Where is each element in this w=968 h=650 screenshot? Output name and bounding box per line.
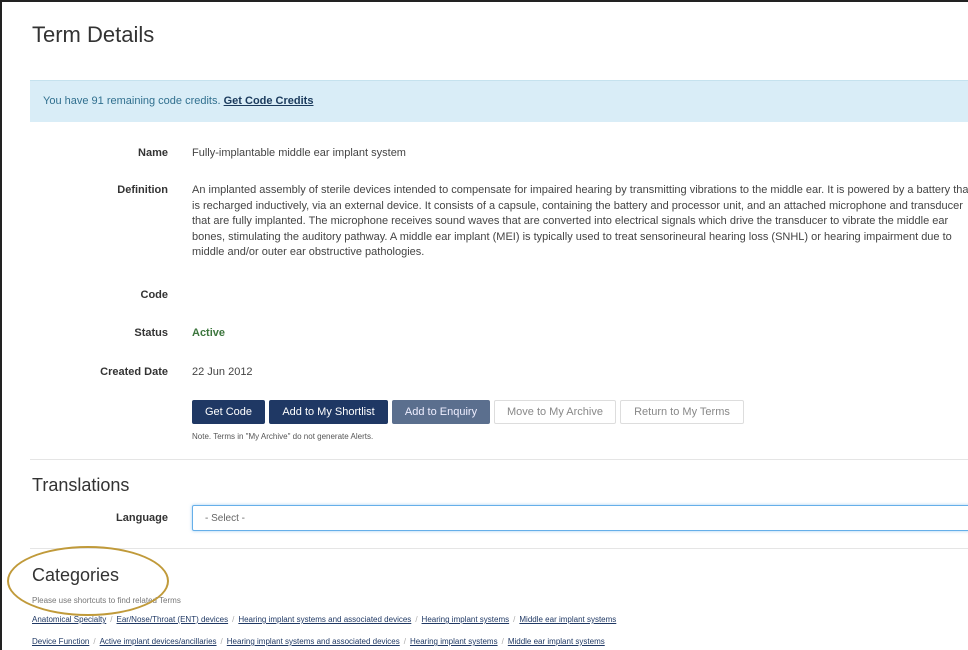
get-code-button[interactable]: Get Code: [192, 400, 265, 424]
language-select[interactable]: - Select -: [192, 505, 968, 531]
status-badge: Active: [192, 327, 226, 339]
separator: /: [220, 637, 223, 646]
credits-alert: You have 91 remaining code credits. Get …: [30, 80, 968, 122]
separator: /: [93, 637, 96, 646]
category-link[interactable]: Anatomical Specialty: [32, 615, 106, 624]
translations-heading: Translations: [32, 475, 130, 495]
category-link[interactable]: Hearing implant systems and associated d…: [238, 615, 411, 624]
move-to-archive-button[interactable]: Move to My Archive: [494, 400, 616, 424]
separator: /: [513, 615, 516, 624]
category-link[interactable]: Hearing implant systems: [410, 637, 498, 646]
separator: /: [501, 637, 504, 646]
category-link[interactable]: Middle ear implant systems: [508, 637, 605, 646]
separator: /: [232, 615, 235, 624]
code-label: Code: [140, 289, 169, 301]
divider: [30, 459, 968, 460]
category-link[interactable]: Hearing implant systems: [422, 615, 510, 624]
language-select-value: - Select -: [205, 513, 246, 524]
created-date-value: 22 Jun 2012: [192, 366, 253, 378]
highlight-circle-annotation: [7, 546, 169, 616]
add-to-enquiry-button[interactable]: Add to Enquiry: [392, 400, 490, 424]
category-breadcrumb: Anatomical Specialty / Ear/Nose/Throat (EN…: [32, 615, 616, 624]
get-code-credits-link[interactable]: Get Code Credits: [224, 95, 314, 107]
return-to-terms-button[interactable]: Return to My Terms: [620, 400, 744, 424]
category-link[interactable]: Middle ear implant systems: [519, 615, 616, 624]
category-link[interactable]: Hearing implant systems and associated d…: [227, 637, 400, 646]
category-link[interactable]: Ear/Nose/Throat (ENT) devices: [117, 615, 229, 624]
name-label: Name: [138, 147, 168, 159]
name-value: Fully-implantable middle ear implant sys…: [192, 147, 406, 159]
credits-text: You have 91 remaining code credits. Get …: [43, 95, 313, 107]
definition-value: An implanted assembly of sterile devices…: [192, 184, 968, 259]
created-date-label: Created Date: [100, 366, 168, 378]
category-link[interactable]: Device Function: [32, 637, 89, 646]
archive-note: Note. Terms in "My Archive" do not gener…: [192, 432, 374, 441]
separator: /: [110, 615, 113, 624]
language-label: Language: [116, 512, 168, 524]
divider: [30, 548, 968, 549]
credits-message: You have 91 remaining code credits.: [43, 95, 221, 107]
add-to-shortlist-button[interactable]: Add to My Shortlist: [269, 400, 388, 424]
status-label: Status: [134, 327, 168, 339]
separator: /: [415, 615, 418, 624]
page-title: Term Details: [32, 22, 155, 47]
separator: /: [403, 637, 406, 646]
definition-label: Definition: [117, 184, 168, 196]
category-link[interactable]: Active implant devices/ancillaries: [100, 637, 217, 646]
category-breadcrumb: Device Function / Active implant devices/a…: [32, 637, 605, 646]
term-details-page: Term Details You have 91 remaining code …: [0, 0, 968, 650]
